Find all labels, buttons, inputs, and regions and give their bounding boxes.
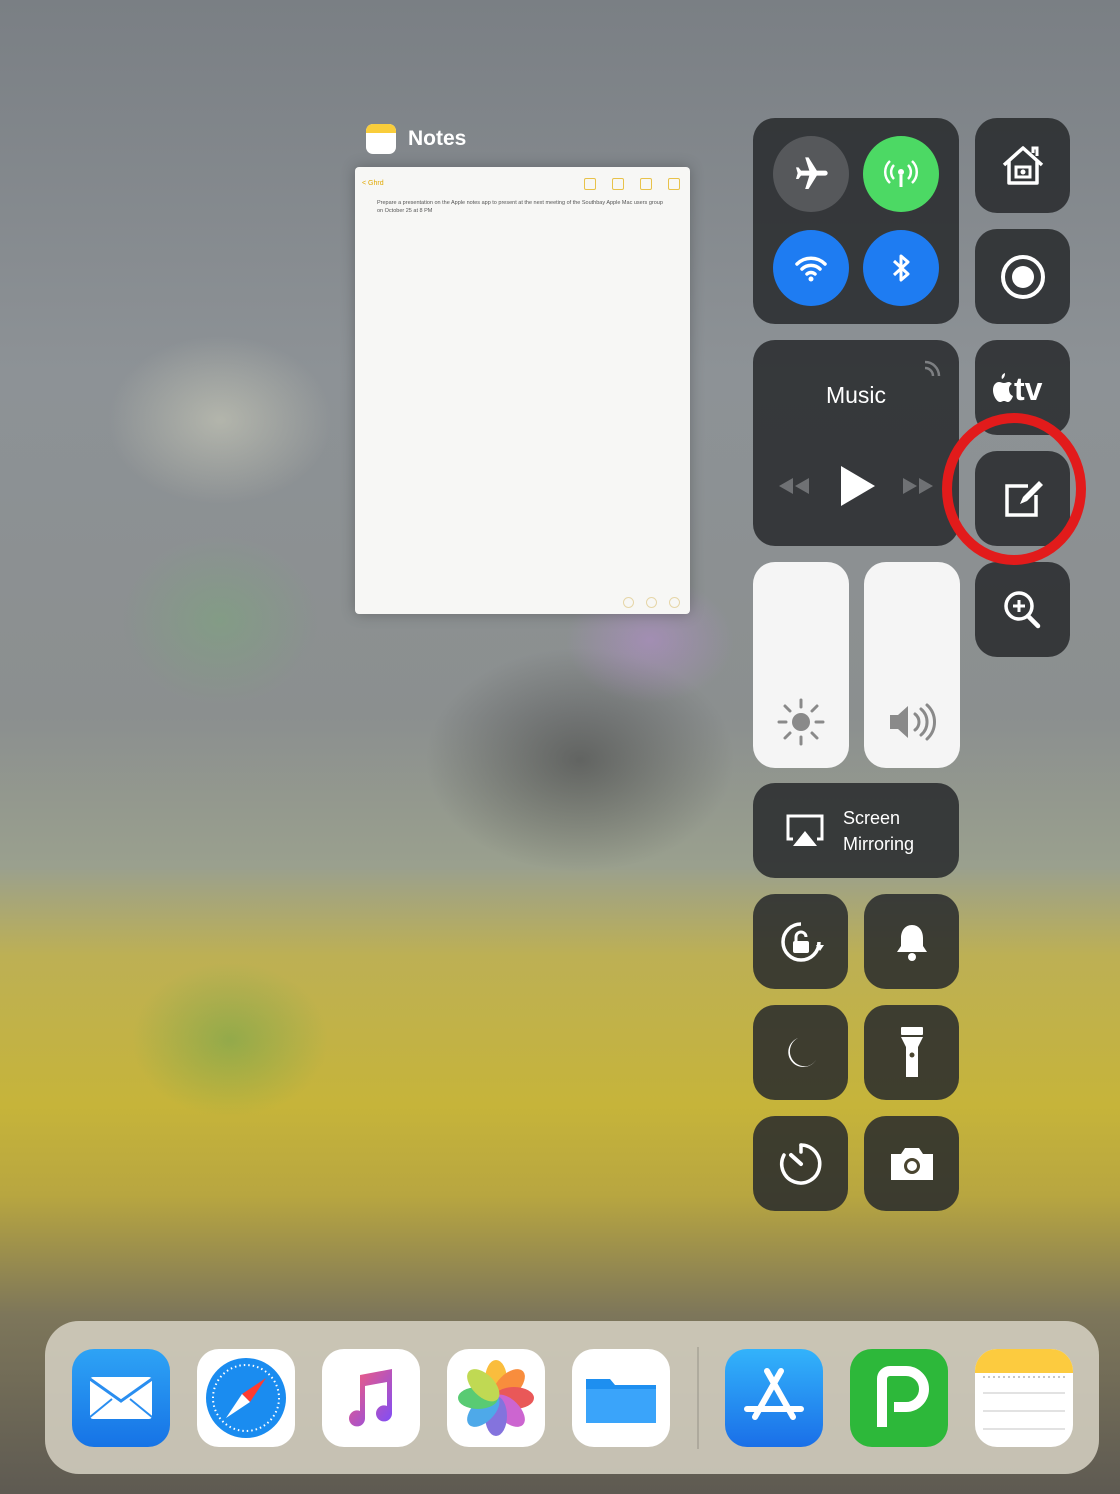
notes-app-icon [366, 124, 396, 154]
checklist-icon [623, 597, 634, 608]
airplane-icon [796, 157, 828, 189]
camera-icon [890, 1147, 933, 1180]
volume-slider[interactable] [864, 562, 960, 768]
bell-icon [896, 924, 927, 961]
dock-divider [697, 1347, 699, 1449]
magnifier-button[interactable] [975, 562, 1070, 657]
rewind-icon[interactable] [775, 474, 813, 498]
bluetooth-icon [892, 254, 910, 282]
fast-forward-icon[interactable] [899, 474, 937, 498]
collaborate-icon [584, 178, 596, 190]
screen-mirroring-line2: Mirroring [843, 834, 915, 854]
magnifier-icon [1003, 590, 1040, 628]
app-label[interactable]: Notes [366, 124, 466, 154]
mute-button[interactable] [864, 894, 959, 989]
notes-icon[interactable] [975, 1349, 1073, 1447]
highlight-circle [942, 413, 1086, 565]
volume-icon [890, 703, 937, 741]
p-letter-glyph [877, 1366, 929, 1427]
share-icon [640, 178, 652, 190]
note-body-text: Prepare a presentation on the Apple note… [377, 200, 663, 214]
cellular-data-toggle[interactable] [863, 136, 939, 212]
music-icon[interactable] [322, 1349, 420, 1447]
connectivity-module [753, 118, 959, 324]
trash-icon [612, 178, 624, 190]
notes-app-preview[interactable]: < Ghrd Prepare a presentation on the App… [355, 167, 690, 614]
mail-icon[interactable] [72, 1349, 170, 1447]
flower-glyph [458, 1360, 534, 1436]
orientation-lock-button[interactable] [753, 894, 848, 989]
flashlight-icon [900, 1026, 923, 1077]
home-icon [1002, 145, 1043, 185]
envelope-glyph [89, 1377, 153, 1419]
orientation-lock-icon [780, 921, 824, 962]
dock [45, 1321, 1099, 1474]
screen-recording-button[interactable] [975, 229, 1070, 324]
apple-tv-icon: tv [992, 371, 1043, 407]
note-back-link: < Ghrd [362, 180, 384, 187]
timer-button[interactable] [753, 1116, 848, 1211]
screen-mirroring-button[interactable]: Screen Mirroring [753, 783, 959, 878]
screen-mirroring-line1: Screen [843, 808, 901, 828]
music-note-glyph [349, 1369, 393, 1427]
photos-icon[interactable] [447, 1349, 545, 1447]
folder-glyph [586, 1379, 656, 1423]
notepad-glyph [975, 1349, 1073, 1430]
do-not-disturb-button[interactable] [753, 1005, 848, 1100]
home-button[interactable] [975, 118, 1070, 213]
screen-mirroring-icon [786, 814, 824, 846]
note-bottom-toolbar [623, 597, 680, 608]
wifi-toggle[interactable] [773, 230, 849, 306]
add-icon [646, 597, 657, 608]
sketch-icon [669, 597, 680, 608]
screen-record-icon [1000, 254, 1045, 299]
camera-button[interactable] [864, 1116, 959, 1211]
note-toolbar [584, 178, 680, 190]
brightness-icon [777, 698, 825, 746]
moon-icon [787, 1037, 816, 1067]
timer-icon [779, 1142, 821, 1185]
screen-mirroring-label: Screen Mirroring [843, 805, 914, 857]
wifi-icon [795, 256, 827, 282]
svg-text:tv: tv [1014, 371, 1043, 407]
app-store-glyph [744, 1368, 804, 1420]
files-icon[interactable] [572, 1349, 670, 1447]
play-icon[interactable] [837, 464, 877, 508]
compass-glyph [206, 1358, 286, 1438]
safari-icon[interactable] [197, 1349, 295, 1447]
airplane-mode-toggle[interactable] [773, 136, 849, 212]
cellular-antenna-icon [883, 160, 919, 187]
brightness-slider[interactable] [753, 562, 849, 768]
bluetooth-toggle[interactable] [863, 230, 939, 306]
music-title: Music [825, 382, 887, 408]
airplay-audio-icon[interactable] [919, 354, 945, 380]
flashlight-button[interactable] [864, 1005, 959, 1100]
compose-icon [668, 178, 680, 190]
app-label-text: Notes [408, 127, 467, 150]
music-module[interactable]: Music [753, 340, 959, 546]
app-store-icon[interactable] [725, 1349, 823, 1447]
green-p-app-icon[interactable] [850, 1349, 948, 1447]
